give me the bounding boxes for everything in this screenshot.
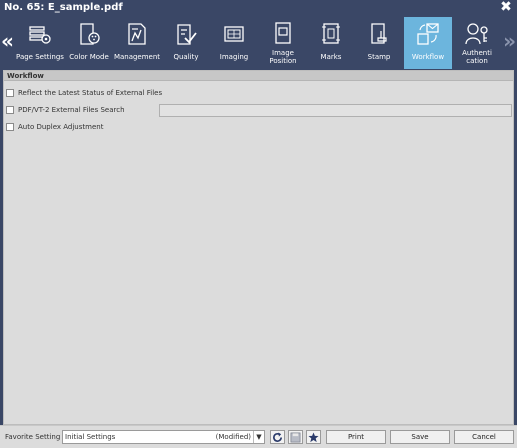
option-label: Reflect the Latest Status of External Fi… bbox=[18, 89, 163, 97]
section-header: Workflow bbox=[4, 71, 513, 81]
option-label: PDF/VT-2 External Files Search bbox=[18, 106, 125, 114]
tab-label: Marks bbox=[320, 53, 342, 61]
tab-label: Stamp bbox=[367, 53, 391, 61]
tab-label: Quality bbox=[173, 53, 199, 61]
favorite-setting-select[interactable]: Initial Settings (Modified) ▼ bbox=[62, 430, 265, 444]
management-icon bbox=[128, 23, 146, 45]
save-button[interactable]: Save bbox=[390, 430, 450, 444]
star-icon bbox=[308, 432, 319, 443]
page-settings-icon bbox=[29, 26, 51, 44]
reflect-latest-status-checkbox[interactable] bbox=[6, 89, 14, 97]
cancel-button[interactable]: Cancel bbox=[454, 430, 514, 444]
tab-workflow[interactable]: Workflow bbox=[404, 17, 452, 69]
stamp-icon bbox=[371, 23, 387, 44]
image-position-icon bbox=[275, 22, 291, 44]
tab-stamp[interactable]: Stamp bbox=[354, 17, 404, 69]
tab-authentication[interactable]: Authenti cation bbox=[452, 17, 502, 69]
refresh-button[interactable] bbox=[270, 430, 285, 444]
external-files-search-field[interactable] bbox=[159, 104, 512, 117]
imaging-icon bbox=[224, 26, 244, 42]
pdfvt2-search-option[interactable]: PDF/VT-2 External Files Search bbox=[6, 104, 156, 116]
tab-label: Workflow bbox=[411, 53, 445, 61]
marks-icon bbox=[322, 23, 340, 44]
scroll-left-arrow-icon[interactable]: « bbox=[1, 31, 14, 51]
favorite-setting-label: Favorite Setting bbox=[5, 433, 61, 441]
option-label: Auto Duplex Adjustment bbox=[18, 123, 104, 131]
tab-label: Color Mode bbox=[69, 53, 109, 61]
tab-image-position[interactable]: Image Position bbox=[258, 17, 308, 69]
scroll-right-arrow-icon[interactable]: » bbox=[503, 31, 516, 51]
window-title: No. 65: E_sample.pdf bbox=[4, 2, 123, 13]
tab-label: Image Position bbox=[269, 49, 297, 65]
footer-bar: Favorite Setting Initial Settings (Modif… bbox=[0, 425, 517, 448]
favorite-setting-status: (Modified) bbox=[215, 433, 251, 441]
tab-imaging[interactable]: Imaging bbox=[210, 17, 258, 69]
authentication-icon bbox=[465, 23, 488, 45]
pdfvt2-search-checkbox[interactable] bbox=[6, 106, 14, 114]
auto-duplex-option[interactable]: Auto Duplex Adjustment bbox=[6, 121, 156, 133]
reflect-latest-status-option[interactable]: Reflect the Latest Status of External Fi… bbox=[6, 87, 306, 99]
tab-quality[interactable]: Quality bbox=[162, 17, 210, 69]
floppy-disk-icon bbox=[290, 432, 301, 443]
tab-color-mode[interactable]: Color Mode bbox=[66, 17, 112, 69]
chevron-down-icon[interactable]: ▼ bbox=[253, 431, 264, 443]
category-toolbar: « Page Settings Color Mode Management Qu… bbox=[0, 17, 517, 69]
tab-label: Imaging bbox=[219, 53, 249, 61]
workflow-icon bbox=[417, 23, 439, 45]
section-title: Workflow bbox=[7, 72, 44, 80]
tab-label: Management bbox=[113, 53, 161, 61]
tab-management[interactable]: Management bbox=[112, 17, 162, 69]
print-button[interactable]: Print bbox=[326, 430, 386, 444]
color-mode-icon bbox=[80, 23, 100, 45]
tab-page-settings[interactable]: Page Settings bbox=[14, 17, 66, 69]
auto-duplex-checkbox[interactable] bbox=[6, 123, 14, 131]
quality-icon bbox=[177, 24, 197, 45]
favorite-setting-value: Initial Settings bbox=[65, 433, 116, 441]
tab-label: Authenti cation bbox=[462, 49, 492, 65]
save-favorite-button[interactable] bbox=[288, 430, 303, 444]
refresh-icon bbox=[273, 432, 282, 442]
window-titlebar: No. 65: E_sample.pdf ✖ bbox=[0, 0, 517, 17]
tab-marks[interactable]: Marks bbox=[308, 17, 354, 69]
favorite-star-button[interactable] bbox=[306, 430, 321, 444]
workflow-panel: Workflow Reflect the Latest Status of Ex… bbox=[3, 70, 514, 425]
close-icon[interactable]: ✖ bbox=[500, 0, 512, 15]
tab-label: Page Settings bbox=[16, 53, 64, 61]
